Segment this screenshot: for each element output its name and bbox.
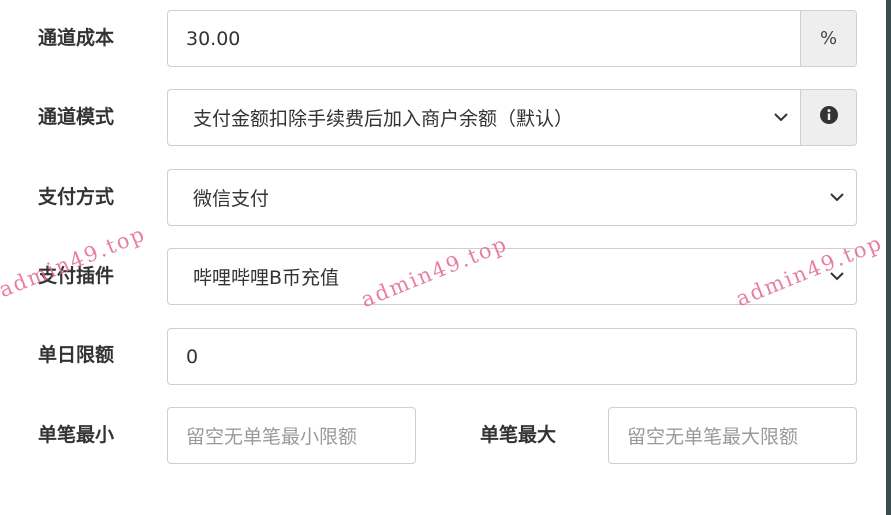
info-circle-icon bbox=[819, 105, 839, 130]
single-max-label: 单笔最大 bbox=[480, 424, 557, 446]
channel-mode-info-button[interactable] bbox=[800, 90, 856, 145]
channel-cost-input[interactable]: 30.00 bbox=[168, 28, 800, 50]
watermark: admin49.top bbox=[0, 221, 150, 303]
pay-method-value: 微信支付 bbox=[193, 188, 270, 210]
daily-limit-label: 单日限额 bbox=[38, 344, 115, 366]
channel-mode-select[interactable]: 支付金额扣除手续费后加入商户余额（默认） bbox=[168, 104, 774, 131]
single-min-label: 单笔最小 bbox=[38, 424, 115, 446]
channel-cost-input-group: 30.00 % bbox=[167, 10, 857, 67]
pay-method-label: 支付方式 bbox=[38, 186, 115, 208]
percent-addon: % bbox=[800, 11, 856, 66]
channel-mode-label: 通道模式 bbox=[38, 106, 115, 128]
channel-cost-label: 通道成本 bbox=[38, 27, 115, 49]
single-max-placeholder: 留空无单笔最大限额 bbox=[627, 426, 799, 448]
daily-limit-input[interactable]: 0 bbox=[167, 328, 857, 385]
chevron-down-icon bbox=[774, 113, 790, 123]
pay-plugin-value: 哔哩哔哩B币充值 bbox=[193, 267, 340, 289]
percent-sign: % bbox=[819, 28, 838, 49]
channel-mode-select-group: 支付金额扣除手续费后加入商户余额（默认） bbox=[167, 89, 857, 146]
single-max-input[interactable]: 留空无单笔最大限额 bbox=[608, 407, 857, 464]
single-min-placeholder: 留空无单笔最小限额 bbox=[186, 426, 358, 448]
window-edge bbox=[886, 0, 891, 515]
daily-limit-value: 0 bbox=[186, 345, 199, 368]
pay-method-select[interactable]: 微信支付 bbox=[167, 169, 857, 226]
chevron-down-icon bbox=[830, 193, 846, 203]
single-min-input[interactable]: 留空无单笔最小限额 bbox=[167, 407, 416, 464]
